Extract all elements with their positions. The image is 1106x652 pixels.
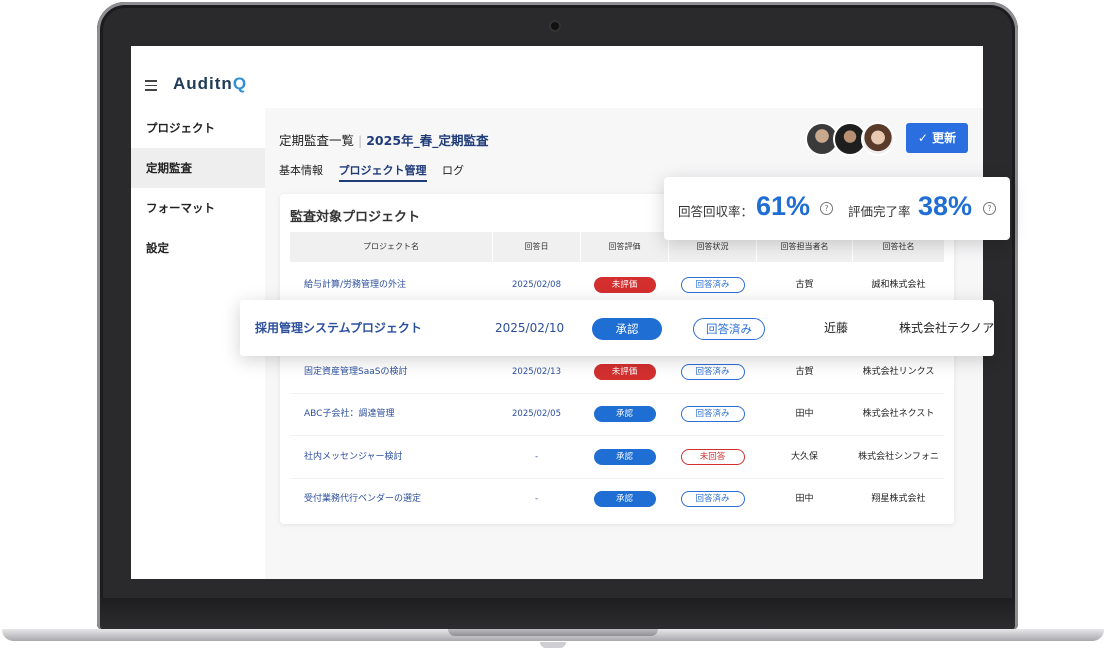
company-name: 株式会社テクノア: [899, 321, 995, 335]
respondent-name: 古賀: [795, 367, 814, 377]
column-header: プロジェクト名: [290, 232, 493, 262]
status-badge[interactable]: 承認: [592, 317, 662, 340]
table-row[interactable]: 受付業務代行ベンダーの選定 - 承認 回答済み 田中 翔星株式会社: [290, 478, 944, 520]
respondent-name: 大久保: [790, 452, 818, 462]
response-date: 2025/02/05: [512, 409, 561, 419]
laptop-foot: [540, 642, 566, 648]
page-title: 2025年_春_定期監査: [366, 133, 489, 148]
company-name: 翔星株式会社: [871, 494, 926, 504]
response-date: -: [534, 494, 539, 504]
update-button[interactable]: ✓ 更新: [906, 123, 968, 153]
sidebar-item-projects[interactable]: プロジェクト: [131, 108, 265, 148]
status-badge[interactable]: 回答済み: [693, 317, 765, 340]
respondent-name: 田中: [795, 494, 814, 504]
breadcrumb-parent[interactable]: 定期監査一覧: [279, 133, 354, 148]
status-cell: 回答済み: [693, 300, 765, 356]
status-badge[interactable]: 承認: [593, 490, 656, 507]
eval-cell: 承認: [581, 478, 668, 520]
company-name: 株式会社リンクス: [862, 367, 935, 377]
status-cell: 回答済み: [669, 393, 756, 435]
laptop-notch: [448, 629, 658, 636]
eval-cell: 承認: [581, 393, 668, 435]
eval-cell: 未評価: [581, 351, 668, 393]
response-date: 2025/02/13: [512, 367, 561, 377]
respondent-name: 田中: [795, 409, 814, 419]
highlighted-table-row[interactable]: 採用管理システムプロジェクト 2025/02/10 承認 回答済み 近藤 株式会…: [240, 300, 994, 356]
evaluation-rate-label: 評価完了率: [848, 204, 911, 219]
response-rate-value: 61%: [756, 191, 811, 221]
sidebar-item-format[interactable]: フォーマット: [131, 188, 265, 228]
respondent-name: 近藤: [824, 321, 849, 335]
sidebar-item-periodic-audit[interactable]: 定期監査: [131, 148, 265, 188]
response-date: -: [534, 452, 539, 462]
project-name-link[interactable]: 採用管理システムプロジェクト: [255, 300, 422, 356]
evaluation-rate-value: 38%: [918, 191, 973, 221]
eval-cell: 承認: [581, 436, 668, 478]
project-table-card: 監査対象プロジェクト プロジェクト名 回答日 回答評価 回答状況 回答担当者名 …: [280, 194, 954, 524]
status-cell: 回答済み: [669, 478, 756, 520]
top-bar: AuditnQ: [131, 46, 983, 109]
camera-icon: [551, 22, 559, 30]
status-badge[interactable]: 承認: [593, 448, 656, 465]
company-name: 株式会社シンフォニ: [858, 452, 939, 462]
response-date: 2025/02/10: [495, 321, 565, 335]
table-row[interactable]: ABC子会社：調達管理 2025/02/05 承認 回答済み 田中 株式会社ネク…: [290, 393, 944, 436]
status-badge[interactable]: 回答済み: [680, 405, 745, 422]
app-logo[interactable]: AuditnQ: [173, 74, 247, 94]
status-cell: 未回答: [669, 436, 756, 478]
status-badge[interactable]: 回答済み: [680, 276, 745, 293]
stats-overlay: 回答回収率： 61% ? 評価完了率 38% ?: [664, 177, 1010, 240]
sidebar-item-settings[interactable]: 設定: [131, 228, 265, 268]
tab-bar: 基本情報 プロジェクト管理 ログ: [279, 162, 476, 182]
project-name-link[interactable]: 社内メッセンジャー検討: [290, 436, 492, 478]
card-title: 監査対象プロジェクト: [290, 210, 421, 225]
response-rate-label: 回答回収率：: [678, 204, 754, 219]
menu-icon[interactable]: [145, 80, 157, 91]
project-name-link[interactable]: 受付業務代行ベンダーの選定: [290, 478, 492, 520]
company-name: 株式会社ネクスト: [862, 409, 935, 419]
breadcrumb: 定期監査一覧 | 2025年_春_定期監査: [279, 133, 489, 148]
project-name-link[interactable]: 固定資産管理SaaSの検討: [290, 351, 492, 393]
column-header: 回答日: [493, 232, 581, 262]
column-header: 回答評価: [581, 232, 669, 262]
status-cell: 回答済み: [669, 351, 756, 393]
tab-project-management[interactable]: プロジェクト管理: [338, 164, 427, 182]
status-badge[interactable]: 未評価: [593, 363, 656, 380]
table-row[interactable]: 固定資産管理SaaSの検討 2025/02/13 未評価 回答済み 古賀 株式会…: [290, 351, 944, 394]
status-badge[interactable]: 承認: [593, 405, 656, 422]
status-badge[interactable]: 回答済み: [680, 363, 745, 380]
eval-cell: 承認: [592, 300, 662, 356]
project-name-link[interactable]: ABC子会社：調達管理: [290, 393, 492, 435]
tab-basic-info[interactable]: 基本情報: [279, 164, 323, 180]
help-icon[interactable]: ?: [820, 202, 833, 215]
help-icon[interactable]: ?: [983, 202, 996, 215]
table-row[interactable]: 社内メッセンジャー検討 - 承認 未回答 大久保 株式会社シンフォニ: [290, 436, 944, 479]
laptop-chin: [100, 598, 1015, 630]
tab-log[interactable]: ログ: [442, 164, 464, 180]
avatar[interactable]: [861, 122, 895, 156]
status-badge[interactable]: 回答済み: [680, 490, 745, 507]
status-badge[interactable]: 未評価: [593, 276, 656, 293]
status-badge[interactable]: 未回答: [680, 448, 745, 465]
